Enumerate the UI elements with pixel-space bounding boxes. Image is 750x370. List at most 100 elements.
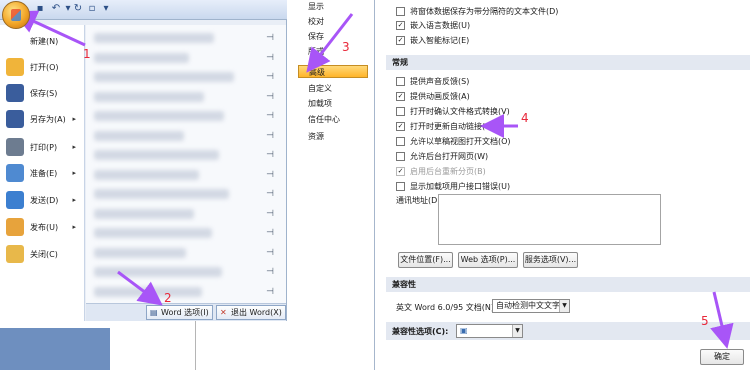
option-checkbox[interactable]: [396, 122, 405, 131]
office-button[interactable]: [2, 1, 30, 29]
option-checkbox[interactable]: [396, 137, 405, 146]
pin-icon[interactable]: ⊣: [266, 248, 274, 258]
office-menu-item[interactable]: 打开(O): [2, 55, 84, 79]
file-locations-button[interactable]: 文件位置(F)...: [398, 252, 453, 268]
recent-documents-list: ⊣ ⊣ ⊣ ⊣ ⊣ ⊣ ⊣ ⊣ ⊣ ⊣ ⊣ ⊣ ⊣ ⊣: [86, 25, 286, 303]
option-checkbox-row[interactable]: 嵌入智能标记(E): [396, 35, 469, 46]
exit-icon: ✕: [220, 308, 227, 317]
pin-icon[interactable]: ⊣: [266, 228, 274, 238]
mailing-address-input[interactable]: [438, 194, 661, 245]
option-checkbox-row[interactable]: 嵌入语言数据(U): [396, 20, 470, 31]
option-checkbox[interactable]: [396, 107, 405, 116]
redo-icon[interactable]: ↻: [72, 3, 84, 15]
office-menu-item[interactable]: 另存为(A) ▸: [2, 107, 84, 131]
service-options-button[interactable]: 服务选项(V)...: [523, 252, 578, 268]
ok-button[interactable]: 确定: [700, 349, 744, 365]
pin-icon[interactable]: ⊣: [266, 209, 274, 219]
option-checkbox-row[interactable]: 提供声音反馈(S): [396, 76, 469, 87]
option-checkbox[interactable]: [396, 152, 405, 161]
recent-document-item[interactable]: ⊣: [86, 127, 286, 145]
recent-document-item[interactable]: ⊣: [86, 166, 286, 184]
option-checkbox-row[interactable]: 启用后台重新分页(B): [396, 166, 486, 177]
word-options-button[interactable]: ▤ Word 选项(I): [146, 305, 213, 320]
pin-icon[interactable]: ⊣: [266, 111, 274, 121]
recent-document-item[interactable]: ⊣: [86, 107, 286, 125]
pin-icon[interactable]: ⊣: [266, 92, 274, 102]
option-checkbox[interactable]: [396, 182, 405, 191]
office-menu-item[interactable]: 保存(S): [2, 81, 84, 105]
pin-icon[interactable]: ⊣: [266, 189, 274, 199]
word-options-icon: ▤: [150, 308, 158, 317]
office-menu-item[interactable]: 发送(D) ▸: [2, 188, 84, 212]
office-menu-item-label: 新建(N): [30, 36, 59, 46]
exit-word-label: 退出 Word(X): [231, 308, 282, 317]
recent-document-item[interactable]: ⊣: [86, 88, 286, 106]
exit-word-button[interactable]: ✕ 退出 Word(X): [216, 305, 286, 320]
customize-toolbar-icon[interactable]: ▾: [100, 3, 112, 15]
options-nav-item[interactable]: 高级: [298, 65, 368, 78]
office-menu-item[interactable]: 准备(E) ▸: [2, 161, 84, 185]
office-menu-item[interactable]: 关闭(C): [2, 242, 84, 266]
recent-document-item[interactable]: ⊣: [86, 244, 286, 262]
annotation-label-4: 4: [521, 111, 529, 125]
options-nav-item[interactable]: 校对: [298, 15, 368, 28]
web-options-button[interactable]: Web 选项(P)...: [458, 252, 518, 268]
annotation-label-2: 2: [164, 291, 172, 305]
office-menu-item[interactable]: 发布(U) ▸: [2, 215, 84, 239]
pin-icon[interactable]: ⊣: [266, 33, 274, 43]
office-menu-item[interactable]: 打印(P) ▸: [2, 135, 84, 159]
chevron-down-icon: ▼: [512, 325, 522, 337]
save-disk-icon: [6, 84, 24, 102]
options-nav-item[interactable]: 自定义: [298, 82, 368, 95]
pin-icon[interactable]: ⊣: [266, 170, 274, 180]
recent-document-item[interactable]: ⊣: [86, 49, 286, 67]
option-checkbox[interactable]: [396, 21, 405, 30]
publish-icon: [6, 218, 24, 236]
options-nav-item[interactable]: 保存: [298, 30, 368, 43]
obscured-filename: [94, 130, 184, 141]
recent-document-item[interactable]: ⊣: [86, 68, 286, 86]
options-nav-item[interactable]: 加载项: [298, 97, 368, 110]
option-checkbox-row[interactable]: 打开时确认文件格式转换(V): [396, 106, 510, 117]
office-menu-item[interactable]: 新建(N): [2, 29, 84, 53]
new-document-icon: [6, 32, 24, 50]
recent-document-item[interactable]: ⊣: [86, 185, 286, 203]
option-checkbox-row[interactable]: 允许后台打开网页(W): [396, 151, 488, 162]
obscured-filename: [94, 72, 234, 82]
compat-options-row: 兼容性选项(C): ▣ ▼: [386, 322, 750, 340]
recent-document-item[interactable]: ⊣: [86, 224, 286, 242]
recent-document-item[interactable]: ⊣: [86, 283, 286, 301]
options-nav-item[interactable]: 显示: [298, 0, 368, 13]
pin-icon[interactable]: ⊣: [266, 72, 274, 82]
pin-icon[interactable]: ⊣: [266, 267, 274, 277]
pin-icon[interactable]: ⊣: [266, 131, 274, 141]
pin-icon[interactable]: ⊣: [266, 53, 274, 63]
compat-word95-select[interactable]: 自动检测中文文字 ▼: [492, 299, 570, 313]
undo-icon[interactable]: ↶: [50, 3, 62, 15]
option-checkbox[interactable]: [396, 7, 405, 16]
recent-document-item[interactable]: ⊣: [86, 263, 286, 281]
options-nav-item[interactable]: 资源: [298, 130, 368, 143]
option-checkbox[interactable]: [396, 167, 405, 176]
option-checkbox[interactable]: [396, 77, 405, 86]
save-as-icon: [6, 110, 24, 128]
option-label: 允许后台打开网页(W): [410, 152, 489, 161]
option-checkbox-row[interactable]: 显示加载项用户接口错误(U): [396, 181, 510, 192]
options-nav-item[interactable]: 版式: [298, 45, 368, 58]
option-checkbox[interactable]: [396, 92, 405, 101]
option-checkbox-row[interactable]: 提供动画反馈(A): [396, 91, 470, 102]
pin-icon[interactable]: ⊣: [266, 150, 274, 160]
office-menu-item-label: 打印(P): [30, 142, 58, 152]
pin-icon[interactable]: ⊣: [266, 287, 274, 297]
option-checkbox-row[interactable]: 允许以草稿视图打开文档(O): [396, 136, 511, 147]
print-preview-icon[interactable]: ▫: [86, 3, 98, 15]
option-checkbox-row[interactable]: 打开时更新自动链接(U): [396, 121, 494, 132]
save-quick-icon[interactable]: ▪: [34, 3, 46, 15]
recent-document-item[interactable]: ⊣: [86, 29, 286, 47]
recent-document-item[interactable]: ⊣: [86, 146, 286, 164]
option-checkbox-row[interactable]: 将窗体数据保存为带分隔符的文本文件(D): [396, 6, 558, 17]
compat-document-select[interactable]: ▣ ▼: [456, 324, 523, 338]
recent-document-item[interactable]: ⊣: [86, 205, 286, 223]
option-checkbox[interactable]: [396, 36, 405, 45]
options-nav-item[interactable]: 信任中心: [298, 113, 368, 126]
